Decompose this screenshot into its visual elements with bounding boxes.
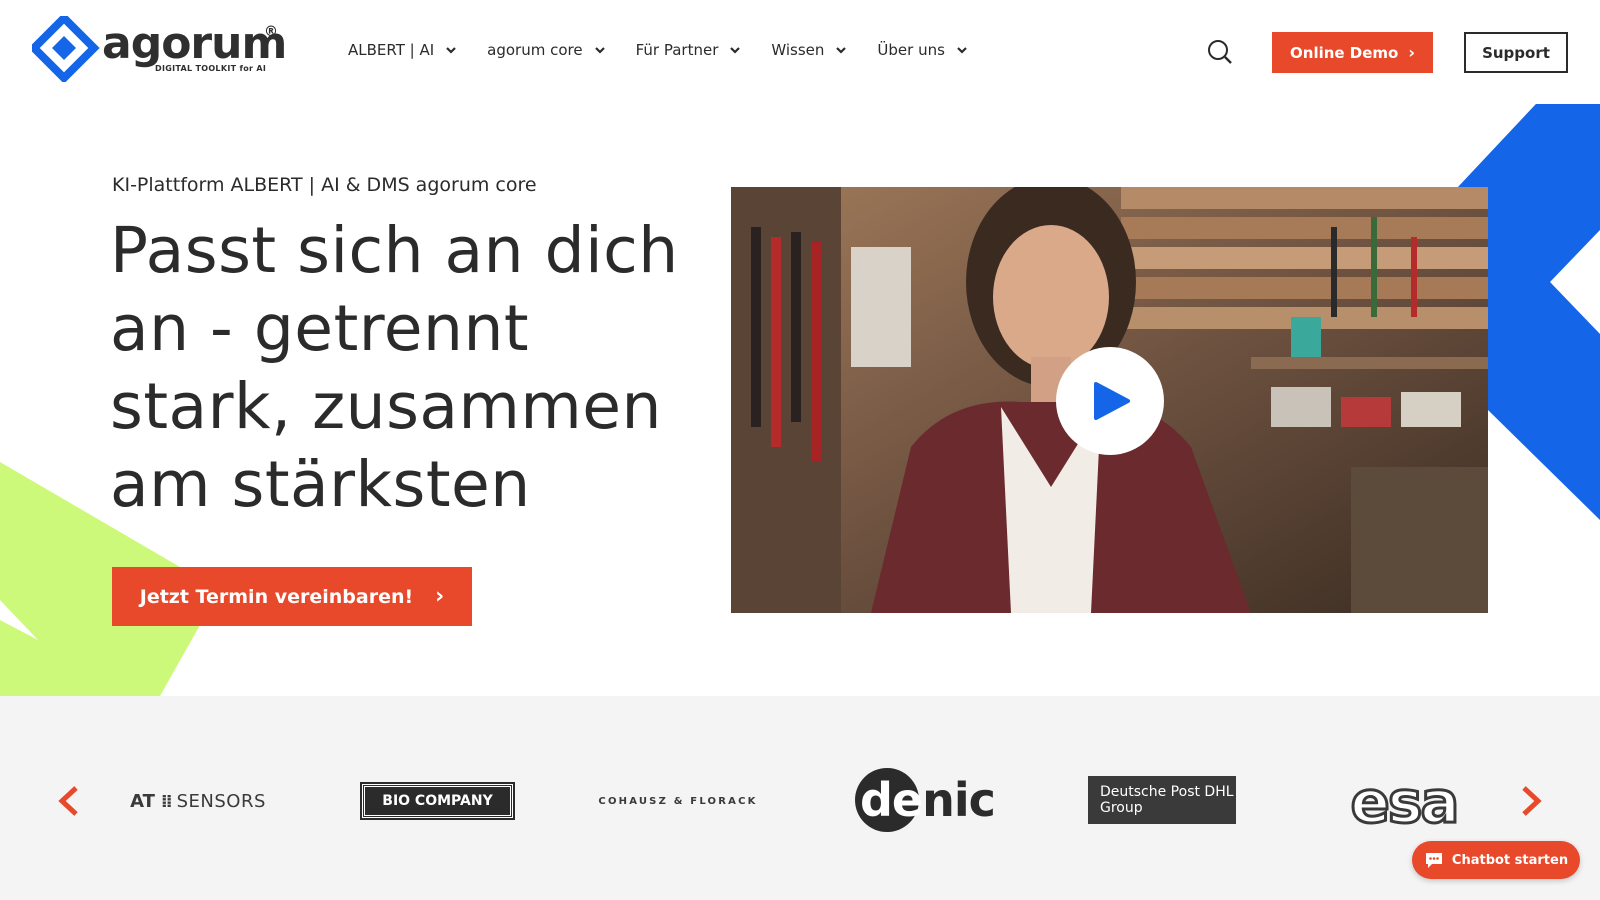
partner-label: denic [860,773,996,827]
chevron-right-icon: › [435,584,445,609]
chatbot-label: Chatbot starten [1451,852,1569,868]
book-appointment-button[interactable]: Jetzt Termin vereinbaren! › [112,567,472,626]
cta-label: Jetzt Termin vereinbaren! [139,585,414,608]
chevron-left-icon [58,786,78,816]
hero-eyebrow: KI-Plattform ALBERT | AI & DMS agorum co… [112,174,537,196]
chevron-right-icon [1522,786,1542,816]
video-play-button[interactable] [1056,347,1164,455]
chat-bubble-icon [1425,853,1442,868]
partner-label: COHAUSZ & FLORACK [598,795,758,807]
hero-headline: Passt sich an dich an - getrennt stark, … [110,214,679,521]
chatbot-start-button[interactable]: Chatbot starten [1412,841,1580,879]
partner-label: Deutsche Post DHL Group [1100,784,1234,816]
partner-logo-denic[interactable]: denic [855,768,996,834]
partner-at-suffix: SENSORS [176,790,266,812]
at-sensors-dots-icon: ⁞⁞ [160,790,173,812]
carousel-prev-button[interactable] [56,786,82,816]
partner-logo-esa[interactable]: esa [1334,768,1474,836]
partner-label: BIO COMPANY [382,793,493,809]
partner-logo-bio-company[interactable]: BIO COMPANY [360,782,515,820]
partner-logo-cohausz-florack[interactable]: COHAUSZ & FLORACK [598,790,758,812]
partner-logo-deutsche-post-dhl[interactable]: Deutsche Post DHL Group [1088,776,1236,824]
partner-label: esa [1349,768,1461,836]
play-icon [1094,382,1130,420]
partner-at-prefix: AT [130,790,155,812]
carousel-next-button[interactable] [1518,786,1544,816]
partner-logo-at-sensors[interactable]: AT ⁞⁞ SENSORS [118,785,278,817]
